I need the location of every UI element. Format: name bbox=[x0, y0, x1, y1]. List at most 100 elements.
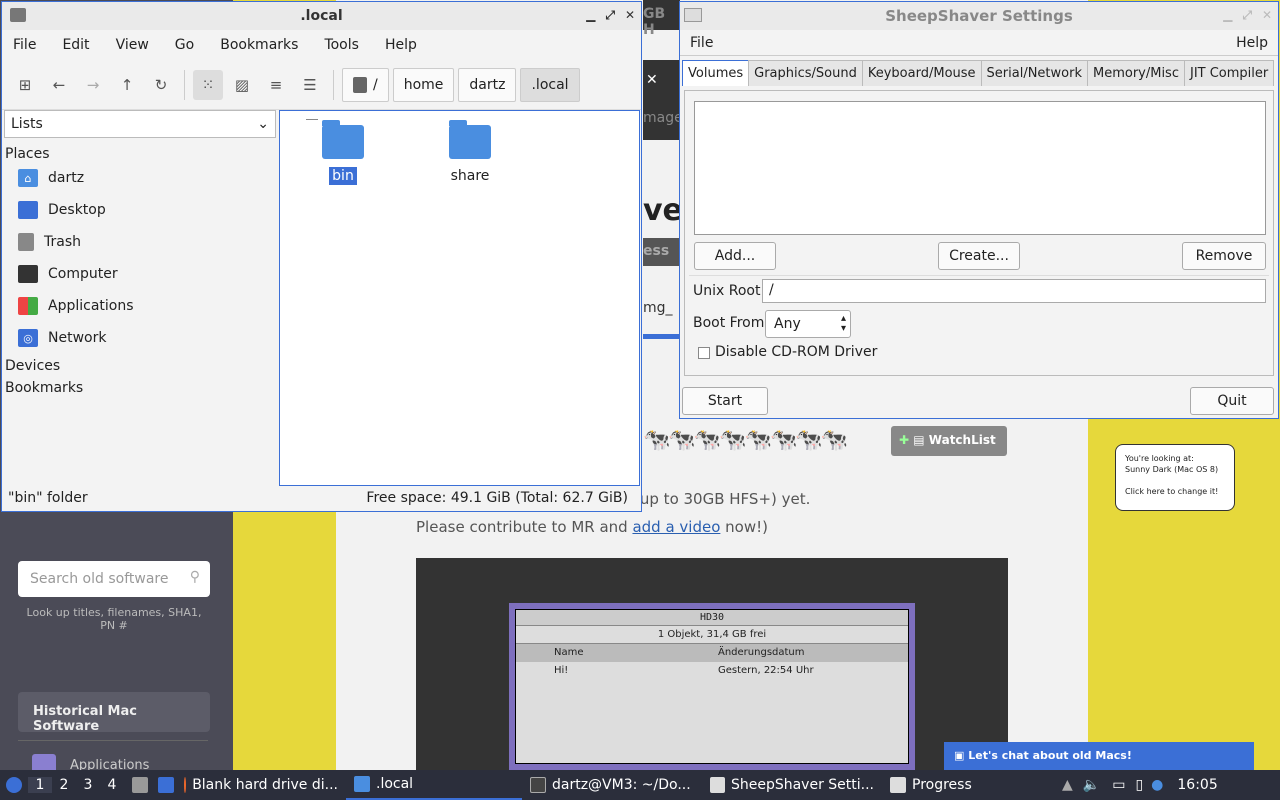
add-button[interactable]: Add... bbox=[694, 242, 776, 270]
maximize-icon[interactable]: ⤢ bbox=[1242, 8, 1252, 23]
task-sheepshaver[interactable]: SheepShaver Setti... bbox=[702, 770, 882, 800]
breadcrumb-dartz[interactable]: dartz bbox=[458, 67, 517, 102]
search-help: Look up titles, filenames, SHA1, PN # bbox=[26, 606, 202, 632]
fm-statusbar: "bin" folder Free space: 49.1 GiB (Total… bbox=[8, 490, 628, 510]
maximize-icon[interactable]: ⤢ bbox=[605, 8, 615, 23]
chat-button[interactable]: ▣ Let's chat about old Macs! bbox=[944, 742, 1254, 770]
tab-graphics-sound[interactable]: Graphics/Sound bbox=[748, 60, 863, 86]
back-icon[interactable]: ← bbox=[44, 70, 74, 100]
window-icon bbox=[890, 777, 906, 793]
workspace-2[interactable]: 2 bbox=[52, 777, 76, 793]
task-file-manager[interactable]: .local bbox=[346, 770, 522, 800]
applications-icon bbox=[18, 297, 38, 315]
icon-view-icon[interactable]: ⁙ bbox=[193, 69, 223, 100]
create-button[interactable]: Create... bbox=[938, 242, 1020, 270]
ss-menu-help[interactable]: Help bbox=[1236, 35, 1268, 51]
site-text-line2: Please contribute to MR and add a video … bbox=[416, 518, 768, 536]
forward-icon[interactable]: → bbox=[78, 70, 108, 100]
disable-cdrom-checkbox[interactable] bbox=[698, 347, 710, 359]
sidebar-divider bbox=[18, 740, 208, 741]
menu-file[interactable]: File bbox=[13, 37, 36, 53]
boot-from-select[interactable]: Any ▴ ▾ bbox=[765, 310, 851, 338]
file-item-bin[interactable]: bin bbox=[303, 120, 383, 185]
section-places: Places bbox=[5, 146, 50, 162]
folder-app-icon bbox=[10, 8, 26, 22]
workspace-4[interactable]: 4 bbox=[100, 777, 124, 793]
remove-button[interactable]: Remove bbox=[1182, 242, 1266, 270]
clock[interactable]: 16:05 bbox=[1167, 770, 1227, 800]
tab-jit-compiler[interactable]: JIT Compiler bbox=[1183, 60, 1275, 86]
tab-keyboard-mouse[interactable]: Keyboard/Mouse bbox=[861, 60, 982, 86]
theme-bubble[interactable]: You're looking at: Sunny Dark (Mac OS 8)… bbox=[1115, 444, 1235, 511]
clipboard-icon[interactable]: ▯ bbox=[1131, 770, 1147, 800]
workspace-3[interactable]: 3 bbox=[76, 777, 100, 793]
document-icon: ▤ bbox=[913, 433, 925, 447]
menu-go[interactable]: Go bbox=[175, 37, 194, 53]
breadcrumb-home[interactable]: home bbox=[392, 67, 455, 102]
tab-volumes[interactable]: Volumes bbox=[682, 60, 750, 86]
section-devices[interactable]: Devices bbox=[4, 354, 276, 378]
unix-root-label: Unix Root bbox=[693, 283, 761, 299]
trash-icon bbox=[18, 233, 34, 251]
section-bookmarks[interactable]: Bookmarks bbox=[4, 378, 276, 402]
sheepshaver-window: SheepShaver Settings ▁ ⤢ ✕ File Help Volum… bbox=[679, 1, 1279, 419]
display-icon[interactable]: ▭ bbox=[1106, 770, 1131, 800]
quit-button[interactable]: Quit bbox=[1190, 387, 1274, 415]
side-pane-selector[interactable]: Lists ⌄ bbox=[4, 110, 276, 138]
add-video-link[interactable]: add a video bbox=[632, 518, 720, 536]
compact-view-icon[interactable]: ≡ bbox=[261, 70, 291, 100]
place-trash[interactable]: Trash bbox=[4, 226, 276, 258]
start-button[interactable]: Start bbox=[682, 387, 768, 415]
task-progress[interactable]: Progress bbox=[882, 770, 1058, 800]
launcher-desktop-icon[interactable] bbox=[156, 770, 176, 800]
applications-icon bbox=[32, 754, 56, 770]
launcher-files-icon[interactable] bbox=[124, 770, 156, 800]
fm-file-view[interactable]: bin share bbox=[279, 110, 640, 486]
tab-serial-network[interactable]: Serial/Network bbox=[980, 60, 1088, 86]
menu-edit[interactable]: Edit bbox=[62, 37, 89, 53]
notification-icon[interactable]: ● bbox=[1147, 770, 1167, 800]
minimize-icon[interactable]: ▁ bbox=[1223, 8, 1232, 23]
place-applications[interactable]: Applications bbox=[4, 290, 276, 322]
file-item-share[interactable]: share bbox=[430, 120, 510, 185]
breadcrumb-root[interactable]: / bbox=[342, 67, 389, 102]
close-icon[interactable]: ✕ bbox=[625, 8, 635, 23]
place-dartz[interactable]: ⌂ dartz bbox=[4, 162, 276, 194]
site-search-input[interactable]: Search old software ⚲ bbox=[18, 561, 210, 597]
place-network[interactable]: ◎ Network bbox=[4, 322, 276, 354]
task-firefox[interactable]: Blank hard drive di... bbox=[176, 770, 346, 800]
place-computer[interactable]: Computer bbox=[4, 258, 276, 290]
volume-icon[interactable]: 🔈 bbox=[1077, 770, 1106, 800]
start-menu-icon[interactable] bbox=[0, 770, 28, 800]
reload-icon[interactable]: ↻ bbox=[146, 70, 176, 100]
minimize-icon[interactable]: ▁ bbox=[586, 8, 595, 23]
spin-arrows-icon: ▴ ▾ bbox=[840, 313, 846, 334]
thumbnail-view-icon[interactable]: ▨ bbox=[227, 70, 257, 100]
task-terminal[interactable]: dartz@VM3: ~/Do... bbox=[522, 770, 702, 800]
mac-window-info: 1 Objekt, 31,4 GB frei bbox=[516, 626, 908, 644]
place-desktop[interactable]: Desktop bbox=[4, 194, 276, 226]
fm-titlebar[interactable]: .local ▁ ⤢ ✕ bbox=[2, 2, 641, 30]
ss-titlebar[interactable]: SheepShaver Settings ▁ ⤢ ✕ bbox=[680, 2, 1278, 30]
menu-bookmarks[interactable]: Bookmarks bbox=[220, 37, 298, 53]
menu-help[interactable]: Help bbox=[385, 37, 417, 53]
up-icon[interactable]: ↑ bbox=[112, 70, 142, 100]
desktop-icon bbox=[18, 201, 38, 219]
volumes-list[interactable] bbox=[694, 101, 1266, 235]
close-icon[interactable]: ✕ bbox=[1262, 8, 1272, 23]
historical-mac-software-button[interactable]: Historical Mac Software bbox=[18, 692, 210, 734]
workspace-1[interactable]: 1 bbox=[28, 777, 52, 793]
menu-view[interactable]: View bbox=[116, 37, 149, 53]
site-frag-gbh: GB H bbox=[643, 0, 680, 38]
new-tab-icon[interactable]: ⊞ bbox=[10, 70, 40, 100]
tab-memory-misc[interactable]: Memory/Misc bbox=[1086, 60, 1185, 86]
menu-tools[interactable]: Tools bbox=[324, 37, 359, 53]
tray-up-icon[interactable]: ▲ bbox=[1058, 770, 1077, 800]
breadcrumb-local[interactable]: .local bbox=[520, 67, 580, 102]
site-close-icon[interactable]: ✕ bbox=[643, 60, 680, 100]
ss-menu-file[interactable]: File bbox=[690, 35, 713, 51]
unix-root-input[interactable]: / bbox=[762, 279, 1266, 303]
watchlist-button[interactable]: ✚ ▤ WatchList bbox=[891, 426, 1007, 456]
detail-view-icon[interactable]: ☰ bbox=[295, 70, 325, 100]
status-free-space: Free space: 49.1 GiB (Total: 62.7 GiB) bbox=[366, 490, 628, 506]
